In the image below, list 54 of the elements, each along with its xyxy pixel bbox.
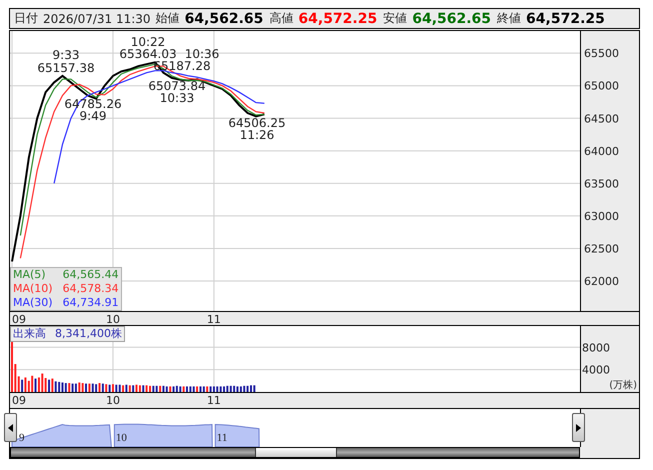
legend-value: 64,565.44 xyxy=(62,268,119,282)
legend-label: MA(5) xyxy=(13,268,47,282)
date-label: 日付 xyxy=(14,10,38,27)
price-value: 64,562.65 xyxy=(184,10,264,26)
price-label: 始値 xyxy=(156,10,180,27)
legend-value: 64,734.91 xyxy=(62,296,119,310)
price-value: 64,562.65 xyxy=(412,10,492,26)
axis-tick-label: 65000 xyxy=(584,80,619,93)
scroll-left-button[interactable] xyxy=(4,413,17,442)
axis-tick-label: 10 xyxy=(106,313,120,325)
legend-value: 64,578.34 xyxy=(62,282,119,296)
price-label: 安値 xyxy=(383,10,408,27)
price-label: 終値 xyxy=(497,10,522,27)
chart-annotation: 65157.38 xyxy=(37,61,95,75)
chart-annotation: 10:36 xyxy=(184,47,220,61)
date-time: 2026/07/31 11:30 xyxy=(43,12,151,26)
axis-tick-label: 64000 xyxy=(584,144,619,158)
chart-annotation: 10:33 xyxy=(160,91,194,105)
chart-annotation: 65073.84 xyxy=(148,79,206,93)
triangle-right-icon xyxy=(576,424,582,432)
axis-tick-label: 62000 xyxy=(584,275,619,288)
price-value: 64,572.25 xyxy=(298,10,378,26)
chart-annotation: 65364.03 xyxy=(119,47,177,61)
chart-annotation: 11:26 xyxy=(240,128,274,142)
price-label: 高値 xyxy=(269,10,294,27)
legend-label: 出来高 xyxy=(13,327,46,341)
legend-label: MA(10) xyxy=(13,282,53,296)
scrollbar-thumb[interactable] xyxy=(255,448,337,457)
chart-annotation: 9:33 xyxy=(52,48,80,62)
price-value: 64,572.25 xyxy=(526,10,605,26)
axis-tick-label: 4000 xyxy=(582,364,610,377)
axis-tick-label: 09 xyxy=(12,313,26,325)
chart-annotation: 64506.25 xyxy=(228,116,286,130)
triangle-left-icon xyxy=(8,424,14,432)
legend-value: 8,341,400株 xyxy=(55,327,122,341)
axis-tick-label: 65500 xyxy=(584,47,619,60)
chart-annotation: 9:49 xyxy=(80,109,106,123)
unit-label: (万株) xyxy=(609,380,637,391)
legend-label: MA(30) xyxy=(13,296,53,310)
axis-tick-label: 64500 xyxy=(584,112,619,126)
axis-tick-label: 10 xyxy=(116,432,127,444)
axis-tick-label: 10 xyxy=(106,394,120,407)
axis-tick-label: 9 xyxy=(19,432,24,444)
axis-tick-label: 11 xyxy=(216,432,228,444)
axis-tick-label: 11 xyxy=(206,394,221,407)
axis-tick-label: 09 xyxy=(12,394,26,407)
chart-annotation: 10:22 xyxy=(130,35,166,49)
axis-tick-label: 8000 xyxy=(582,341,610,354)
axis-tick-label: 63000 xyxy=(584,210,619,223)
axis-tick-label: 62500 xyxy=(584,242,619,256)
scroll-right-button[interactable] xyxy=(572,413,585,442)
axis-tick-label: 63500 xyxy=(584,177,619,190)
axis-tick-label: 11 xyxy=(206,313,221,325)
scrollbar-track[interactable] xyxy=(10,447,580,458)
